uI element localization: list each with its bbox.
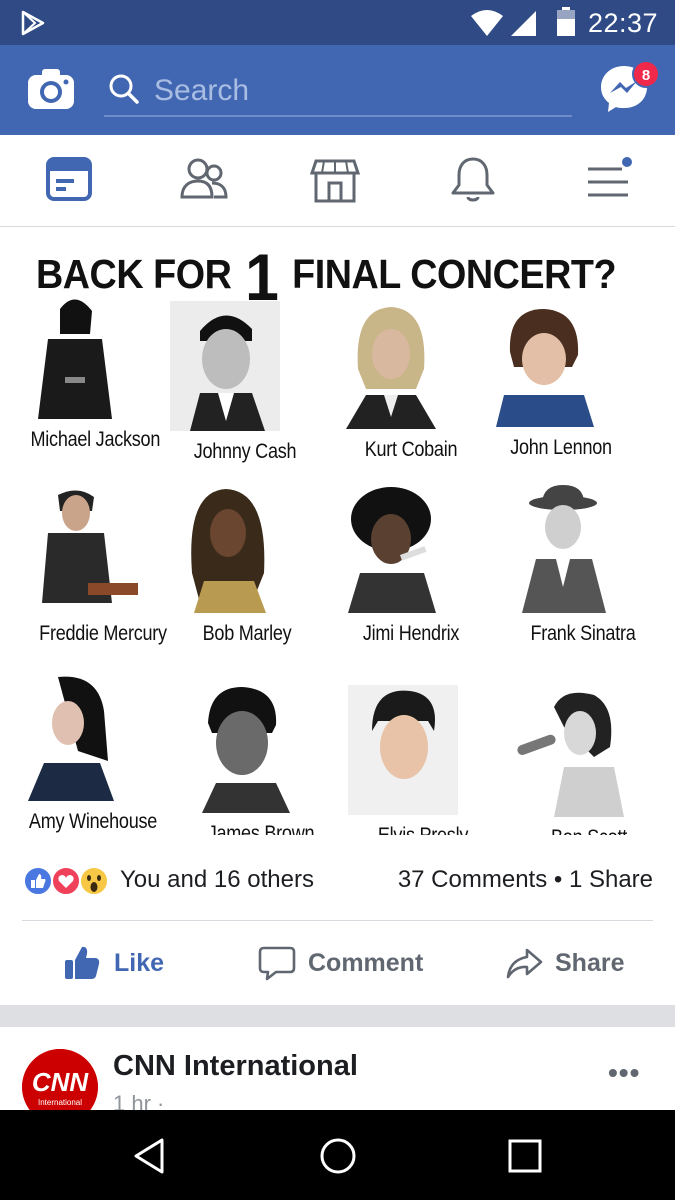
- share-label: Share: [555, 948, 625, 977]
- app-header: 8: [0, 45, 675, 135]
- comment-icon: [258, 946, 296, 981]
- celebrity-name: Elvis Presly: [359, 824, 488, 835]
- reactions-row: You and 16 others 37 Comments • 1 Share: [0, 835, 675, 921]
- tab-friends[interactable]: [178, 155, 234, 207]
- celebrity-name: Frank Sinatra: [530, 622, 636, 645]
- celebrity-card: Michael Jackson: [20, 289, 170, 452]
- celebrity-photo: [186, 683, 296, 813]
- celebrity-photo: [20, 289, 130, 419]
- share-button[interactable]: Share: [505, 941, 624, 985]
- recents-icon[interactable]: [503, 1134, 547, 1178]
- more-options-icon[interactable]: •••: [608, 1057, 640, 1089]
- tab-news-feed[interactable]: [44, 155, 100, 207]
- back-icon[interactable]: [128, 1134, 172, 1178]
- reaction-icons[interactable]: [22, 865, 118, 897]
- page-name[interactable]: CNN International: [113, 1050, 358, 1083]
- comment-label: Comment: [308, 948, 424, 977]
- celebrity-name: James Brown: [207, 822, 315, 835]
- search-input[interactable]: [154, 71, 554, 111]
- like-label: Like: [114, 948, 165, 977]
- celebrity-name: Amy Winehouse: [28, 810, 158, 833]
- comments-share-count[interactable]: 37 Comments • 1 Share: [398, 866, 653, 894]
- status-bar: 22:37: [0, 0, 675, 45]
- share-icon: [506, 948, 543, 979]
- reaction-count[interactable]: You and 16 others: [120, 866, 314, 894]
- like-button[interactable]: Like: [62, 941, 164, 985]
- avatar-logo-text: CNN: [32, 1067, 90, 1097]
- celebrity-name: Johnny Cash: [193, 440, 297, 463]
- camera-icon[interactable]: [26, 67, 76, 111]
- post-time[interactable]: 1 hr ·: [113, 1091, 164, 1110]
- celebrity-card: Johnny Cash: [170, 301, 320, 464]
- page-avatar[interactable]: CNN International: [22, 1049, 98, 1110]
- next-post-header: CNN International CNN International 1 hr…: [0, 1027, 675, 1110]
- celebrity-name: Michael Jackson: [30, 428, 161, 451]
- celebrity-card: Frank Sinatra: [508, 483, 658, 646]
- celebrity-photo: [28, 483, 138, 613]
- feed-separator: [0, 1005, 675, 1027]
- tab-bar: [0, 135, 675, 227]
- celebrity-name: Bon Scott: [525, 826, 654, 835]
- celebrity-photo: [486, 297, 596, 427]
- celebrity-name: Jimi Hendrix: [362, 622, 460, 645]
- celebrity-name: John Lennon: [510, 436, 612, 459]
- celebrity-card: Elvis Presly: [348, 685, 498, 835]
- menu-notification-dot: [620, 155, 634, 169]
- celebrity-photo: [18, 671, 128, 801]
- celebrity-photo: [514, 687, 624, 817]
- headline-after: FINAL CONCERT?: [292, 251, 617, 297]
- celebrity-card: Bob Marley: [172, 483, 322, 646]
- celebrity-photo: [508, 483, 618, 613]
- post-headline: BACK FOR 1 FINAL CONCERT?: [36, 227, 617, 314]
- celebrity-card: Jimi Hendrix: [336, 483, 486, 646]
- messenger-badge: 8: [632, 60, 660, 88]
- celebrity-card: Freddie Mercury: [28, 483, 178, 646]
- celebrity-photo: [348, 685, 458, 815]
- celebrity-card: James Brown: [186, 683, 336, 835]
- celebrity-card: Kurt Cobain: [336, 299, 486, 462]
- celebrity-name: Bob Marley: [202, 622, 292, 645]
- home-icon[interactable]: [316, 1134, 360, 1178]
- avatar-logo-subtext: International: [38, 1098, 82, 1107]
- thumbs-up-icon: [65, 946, 100, 979]
- post-actions: Like Comment Share: [0, 921, 675, 1005]
- search-bar[interactable]: [104, 67, 572, 117]
- celebrity-photo: [170, 301, 280, 431]
- play-store-icon: [21, 10, 45, 36]
- celebrity-photo: [336, 483, 446, 613]
- post-image[interactable]: BACK FOR 1 FINAL CONCERT? Michael Jackso…: [0, 227, 675, 835]
- tab-notifications[interactable]: [447, 155, 503, 207]
- celebrity-card: Bon Scott: [514, 687, 664, 835]
- battery-icon: [557, 7, 575, 36]
- celebrity-photo: [172, 483, 282, 613]
- celebrity-card: John Lennon: [486, 297, 636, 460]
- system-nav-bar: [0, 1110, 675, 1200]
- comment-button[interactable]: Comment: [258, 941, 423, 985]
- signal-icon: [511, 11, 536, 36]
- celebrity-name: Freddie Mercury: [39, 622, 167, 645]
- wifi-icon: [471, 10, 503, 36]
- clock: 22:37: [588, 8, 659, 38]
- tab-marketplace[interactable]: [310, 155, 366, 207]
- celebrity-name: Kurt Cobain: [364, 438, 458, 461]
- celebrity-card: Amy Winehouse: [18, 671, 168, 834]
- celebrity-photo: [336, 299, 446, 429]
- search-icon: [109, 74, 139, 104]
